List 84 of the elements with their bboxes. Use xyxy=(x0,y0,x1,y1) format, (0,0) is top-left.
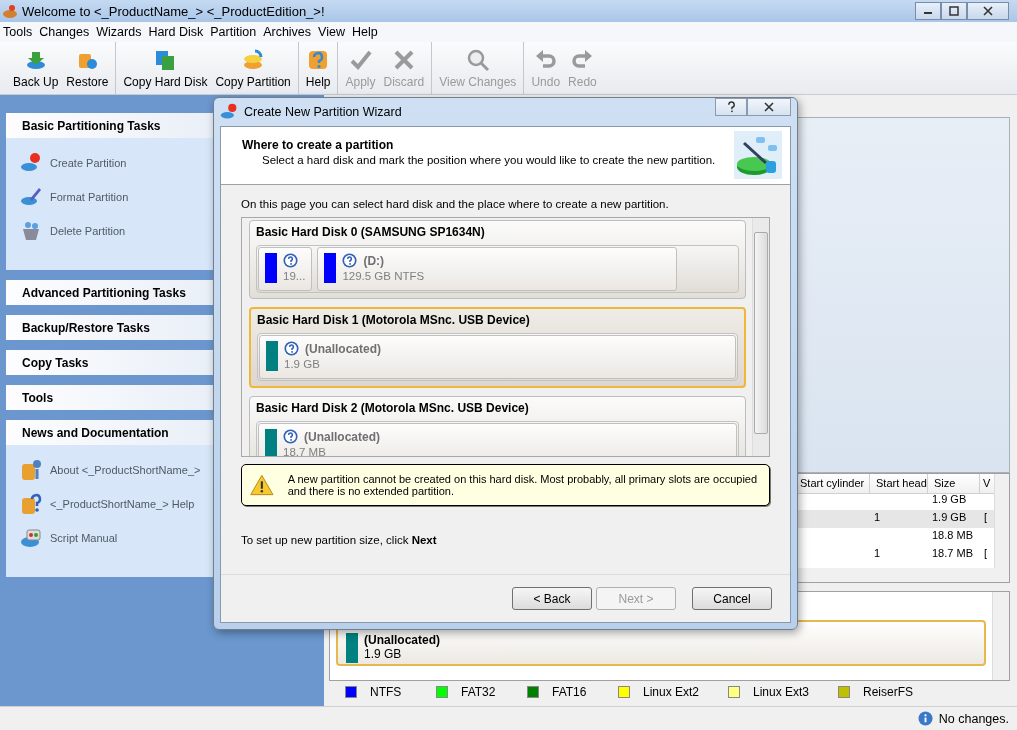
legend-label: Linux Ext3 xyxy=(753,685,810,699)
toolbar-button[interactable]: Restore xyxy=(62,42,113,94)
task-link[interactable]: <_ProductShortName_> Help xyxy=(50,498,195,510)
legend-label: FAT32 xyxy=(461,685,496,699)
basket-icon xyxy=(20,220,42,242)
menu-item[interactable]: Tools xyxy=(0,25,36,39)
partition-size: 18.7 MB xyxy=(283,446,327,456)
toolbar-button[interactable]: Copy Partition xyxy=(211,42,295,94)
table-cell-text: 18.8 MB xyxy=(931,528,974,543)
menu-item[interactable]: Changes xyxy=(36,25,93,39)
disk-card[interactable]: Basic Hard Disk 0 (SAMSUNG SP1634N) 19... (D:) 129.5 GB NTFS xyxy=(249,220,746,299)
column-header[interactable]: Size xyxy=(928,474,980,494)
menu-item[interactable]: Wizards xyxy=(93,25,145,39)
scrollbar[interactable] xyxy=(994,474,1009,568)
toolbar-button[interactable]: Back Up xyxy=(9,42,63,94)
close-icon xyxy=(764,102,774,112)
partition-block[interactable]: (Unallocated) 1.9 GB xyxy=(259,335,736,379)
task-link[interactable]: Format Partition xyxy=(50,191,129,203)
partition-block[interactable]: (D:) 129.5 GB NTFS xyxy=(317,247,678,291)
dialog-button[interactable]: < Back xyxy=(512,587,592,610)
legend-label: FAT16 xyxy=(552,685,587,699)
table-cell-text: [ xyxy=(983,546,989,561)
partition-block[interactable]: (Unallocated) 18.7 MB xyxy=(258,423,737,456)
minimize-button[interactable] xyxy=(915,2,941,20)
menu-item[interactable]: Archives xyxy=(260,25,315,39)
info-icon xyxy=(20,459,42,481)
maximize-icon xyxy=(949,6,959,16)
table-cell-text: [ xyxy=(983,510,989,525)
legend-label: ReiserFS xyxy=(863,685,913,699)
table-cell-text: 1.9 GB xyxy=(931,492,968,507)
search-icon xyxy=(465,47,490,72)
menu-item[interactable]: Help xyxy=(348,25,381,39)
partition-label: (D:) xyxy=(363,253,385,268)
menu-item[interactable]: View xyxy=(315,25,348,39)
table-cell-text: 1.9 GB xyxy=(931,510,968,525)
menu-item[interactable]: Partition xyxy=(207,25,260,39)
task-link[interactable]: Script Manual xyxy=(50,532,118,544)
help-button[interactable] xyxy=(715,98,747,116)
task-link[interactable]: Create Partition xyxy=(50,157,127,169)
disk-card[interactable]: Basic Hard Disk 1 (Motorola MSnc. USB Device) (Unallocated) 1.9 GB xyxy=(249,307,746,388)
partition-size: 19... xyxy=(283,270,306,282)
partition-size: 1.9 GB xyxy=(364,647,403,661)
maximize-button[interactable] xyxy=(941,2,967,20)
warning-text: A new partition cannot be created on this hard disk. Most probably, all primary slots are occupied and there is no extended partition. xyxy=(287,473,759,497)
help-icon xyxy=(283,429,298,444)
window-title: Welcome to <_ProductName_> <_ProductEdition_>! xyxy=(22,3,326,19)
help-icon xyxy=(726,101,736,113)
toolbar-button[interactable]: Copy Hard Disk xyxy=(119,42,212,94)
disk-icon xyxy=(2,3,18,19)
page-heading: Where to create a partition xyxy=(242,138,395,152)
disk-icon xyxy=(20,527,42,549)
close-button[interactable] xyxy=(747,98,791,116)
page-subheading: Select a hard disk and mark the position where you would like to create the new partition. xyxy=(261,154,717,166)
scrollbar[interactable] xyxy=(752,218,769,456)
disk-name: Basic Hard Disk 0 (SAMSUNG SP1634N) xyxy=(256,225,486,241)
table-cell-text: 18.7 MB xyxy=(931,546,974,561)
intro-text: On this page you can select hard disk and the place where to create a new partition. xyxy=(241,198,670,210)
partition-size: 129.5 GB NTFS xyxy=(342,270,425,282)
help-icon xyxy=(342,253,358,268)
partition-size: 1.9 GB xyxy=(284,358,321,370)
status-text: No changes. xyxy=(938,711,1009,726)
close-button[interactable] xyxy=(967,2,1009,20)
toolbar-button[interactable]: Help xyxy=(301,42,335,94)
dialog-button[interactable]: Cancel xyxy=(692,587,772,610)
task-link[interactable]: Delete Partition xyxy=(50,225,126,237)
legend-label: NTFS xyxy=(370,685,402,699)
hint-text: To set up new partition size, click Next xyxy=(241,534,438,546)
help-icon xyxy=(284,341,299,356)
table-cell-text: 1 xyxy=(873,546,882,561)
disk-card[interactable]: Basic Hard Disk 2 (Motorola MSnc. USB Device) (Unallocated) 18.7 MB xyxy=(249,396,746,456)
scrollbar[interactable] xyxy=(992,592,1009,680)
info-icon xyxy=(917,711,933,726)
task-link[interactable]: About <_ProductShortName_> xyxy=(50,464,201,476)
partition-label: (Unallocated) xyxy=(364,633,440,647)
help-icon xyxy=(20,493,42,515)
partition-block[interactable]: 19... xyxy=(258,247,313,291)
close-icon xyxy=(983,6,993,16)
disk-brush-icon xyxy=(734,131,782,179)
legend-label: Linux Ext2 xyxy=(643,685,700,699)
help-icon xyxy=(283,253,298,268)
table-cell-text: 1 xyxy=(873,510,882,525)
column-header[interactable]: Start head xyxy=(870,474,928,494)
menu-item[interactable]: Hard Disk xyxy=(145,25,207,39)
disk-brush-icon xyxy=(20,186,42,208)
